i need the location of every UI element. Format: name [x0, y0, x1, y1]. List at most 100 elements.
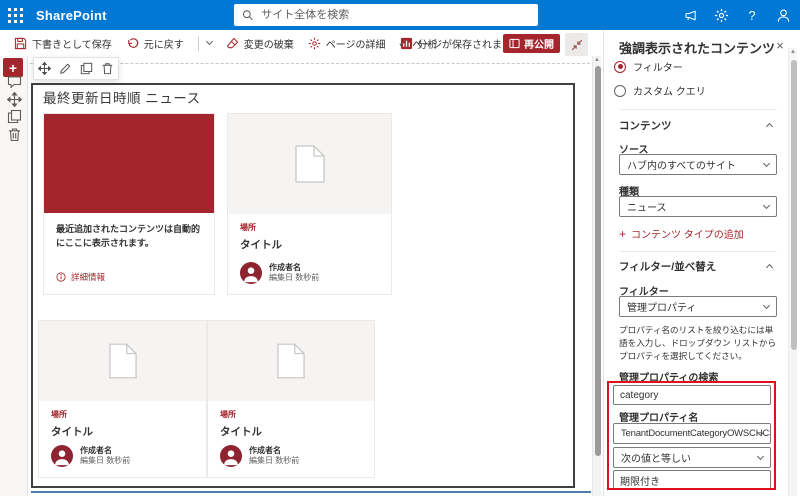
radio-filter[interactable]: フィルター: [614, 59, 683, 74]
news-placeholder-card[interactable]: 最近追加されたコンテンツは自動的にここに表示されます。 詳細情報: [43, 113, 215, 295]
collapse-command-bar-button[interactable]: [565, 33, 588, 56]
card-author-row: 作成者名 編集日 数秒前: [39, 445, 142, 467]
waffle-icon: [7, 7, 23, 23]
filter-type-value: 管理プロパティ: [627, 303, 697, 314]
section-bottom-line: [31, 491, 591, 493]
person-icon: [777, 8, 789, 22]
avatar-person-icon: [224, 450, 238, 466]
plus-icon: +: [619, 226, 627, 241]
discard-changes-button[interactable]: 変更の破棄: [226, 36, 294, 51]
card-author: 作成者名: [80, 445, 112, 455]
card-title: タイトル: [220, 426, 262, 438]
chevron-down-icon: [762, 201, 771, 209]
undo-button[interactable]: 元に戻す: [126, 36, 184, 51]
canvas-scrollbar[interactable]: ▲: [592, 56, 601, 496]
close-icon: ×: [776, 37, 784, 53]
radio-unselected-icon: [614, 84, 626, 97]
app-launcher-button[interactable]: [0, 0, 30, 30]
document-icon: [277, 343, 305, 379]
chevron-up-icon[interactable]: [765, 263, 774, 272]
gear-icon: [714, 8, 728, 22]
learn-more-link[interactable]: 詳細情報: [56, 271, 105, 283]
duplicate-icon[interactable]: [7, 109, 22, 124]
panel-title: 強調表示されたコンテンツ: [619, 41, 776, 56]
chevron-up-icon[interactable]: [765, 122, 774, 131]
operator-value: 次の値と等しい: [621, 454, 691, 465]
scroll-up-icon[interactable]: ▲: [790, 49, 796, 55]
type-value: ニュース: [627, 203, 667, 214]
announcements-button[interactable]: [679, 4, 701, 26]
add-content-type-label: コンテンツ タイプの追加: [631, 230, 744, 241]
managed-property-name-label: 管理プロパティ名: [619, 413, 699, 424]
filter-type-dropdown[interactable]: 管理プロパティ: [619, 296, 777, 317]
undo-label: 元に戻す: [143, 39, 184, 51]
card-author-row: 作成者名 編集日 数秒前: [228, 262, 331, 284]
help-icon: ?: [748, 7, 756, 23]
republish-button[interactable]: 再公開: [503, 34, 560, 53]
page-canvas: 最終更新日時順 ニュース 最近追加されたコンテンツは自動的にここに表示されます。…: [28, 56, 601, 496]
card-title: タイトル: [240, 239, 282, 251]
save-draft-label: 下書きとして保存: [32, 39, 112, 51]
save-draft-button[interactable]: 下書きとして保存: [14, 36, 112, 51]
page-details-button[interactable]: ページの詳細: [308, 36, 386, 51]
chevron-down-icon: [762, 159, 771, 167]
comment-icon[interactable]: [7, 75, 22, 90]
delete-icon[interactable]: [7, 127, 22, 142]
duplicate-webpart-icon[interactable]: [80, 62, 93, 75]
avatar-person-icon: [244, 267, 258, 283]
filter-sort-section-header[interactable]: フィルター/並べ替え: [619, 259, 716, 274]
check-icon: ✓: [398, 37, 408, 50]
settings-button[interactable]: [710, 4, 732, 26]
suite-bar: SharePoint サイト全体を検索 ?: [0, 0, 800, 30]
news-card[interactable]: 場所 タイトル 作成者名 編集日 数秒前: [227, 113, 392, 295]
type-dropdown[interactable]: ニュース: [619, 196, 777, 217]
move-icon[interactable]: [7, 92, 22, 107]
avatar: [240, 262, 262, 284]
placeholder-message: 最近追加されたコンテンツは自動的にここに表示されます。: [56, 224, 201, 248]
card-author: 作成者名: [269, 262, 301, 272]
managed-property-dropdown[interactable]: TenantDocumentCategoryOWSCHCS: [613, 423, 771, 444]
news-card[interactable]: 場所 タイトル 作成者名 編集日 数秒前: [207, 320, 375, 478]
delete-webpart-icon[interactable]: [101, 62, 114, 75]
card-image-placeholder: [44, 114, 214, 213]
undo-menu-chevron-icon[interactable]: [205, 37, 213, 46]
help-button[interactable]: ?: [741, 4, 763, 26]
panel-divider: [619, 109, 777, 110]
card-author: 作成者名: [249, 445, 281, 455]
command-bar: 下書きとして保存 元に戻す 変更の破棄 ページの詳細 分析 ✓ ページが保存され…: [0, 30, 603, 56]
sharepoint-page-editor: SharePoint サイト全体を検索 ? 下書きとして保存 元に戻す 変更の破…: [0, 0, 800, 496]
command-divider: [197, 35, 199, 51]
info-icon: [56, 272, 66, 282]
edit-webpart-icon[interactable]: [59, 62, 72, 75]
account-button[interactable]: [772, 4, 794, 26]
managed-property-search-label: 管理プロパティの検索: [619, 373, 719, 384]
managed-property-search-input[interactable]: [613, 385, 771, 405]
radio-custom-label: カスタム クエリ: [633, 87, 706, 98]
move-webpart-icon[interactable]: [38, 62, 51, 75]
content-section-header[interactable]: コンテンツ: [619, 118, 672, 133]
search-box[interactable]: [234, 4, 538, 26]
radio-custom-query[interactable]: カスタム クエリ: [614, 83, 706, 98]
webpart-property-panel: 強調表示されたコンテンツ × フィルター カスタム クエリ コンテンツ ソース …: [603, 30, 800, 496]
chevron-down-icon: [762, 301, 771, 309]
panel-scrollbar[interactable]: ▲: [788, 48, 797, 496]
operator-dropdown[interactable]: 次の値と等しい: [613, 447, 771, 468]
card-location: 場所: [51, 410, 67, 419]
search-input[interactable]: [259, 8, 530, 22]
filter-value-input[interactable]: [613, 470, 771, 490]
filter-helper-text: プロパティ名のリストを絞り込むには単語を入力し、ドロップダウン リストからプロパ…: [619, 325, 777, 361]
panel-scrollbar-thumb[interactable]: [790, 60, 797, 350]
managed-property-value: TenantDocumentCategoryOWSCHCS: [621, 428, 771, 439]
webpart-toolbar: [33, 57, 119, 80]
add-content-type-link[interactable]: + コンテンツ タイプの追加: [619, 226, 744, 242]
source-dropdown[interactable]: ハブ内のすべてのサイト: [619, 154, 777, 175]
canvas-scrollbar-thumb[interactable]: [594, 66, 601, 456]
scroll-up-icon[interactable]: ▲: [594, 57, 600, 63]
news-card[interactable]: 場所 タイトル 作成者名 編集日 数秒前: [38, 320, 207, 478]
eraser-icon: [226, 37, 238, 48]
card-thumbnail-placeholder: [39, 321, 206, 401]
chevron-down-icon: [756, 452, 765, 460]
republish-icon: [509, 38, 520, 49]
page-details-gear-icon: [308, 37, 320, 49]
close-panel-button[interactable]: ×: [772, 37, 788, 53]
